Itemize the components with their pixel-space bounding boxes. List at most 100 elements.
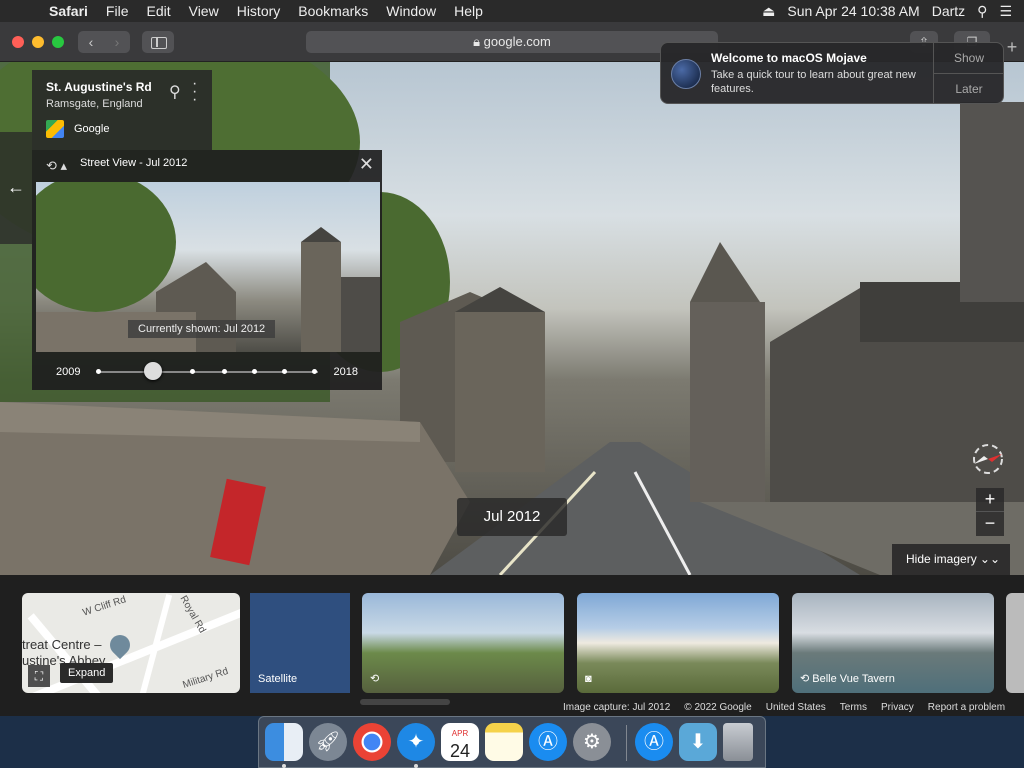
menu-user[interactable]: Dartz — [932, 3, 965, 19]
map-street-label: Military Rd — [181, 665, 230, 692]
menu-file[interactable]: File — [97, 3, 138, 19]
downloads-folder-icon[interactable]: ⬇ — [679, 723, 717, 761]
report-problem-link[interactable]: Report a problem — [921, 702, 1012, 716]
image-capture-date: Image capture: Jul 2012 — [563, 702, 671, 713]
menu-bar: Safari File Edit View History Bookmarks … — [0, 0, 1024, 22]
panorama-360-icon: ⟲ — [370, 673, 380, 685]
hide-imagery-label: Hide imagery — [906, 552, 977, 566]
camera-icon: ◙ — [585, 673, 592, 685]
chrome-icon[interactable] — [353, 723, 391, 761]
copyright-text: © 2022 Google — [684, 702, 752, 713]
tavern-label-text: Belle Vue Tavern — [812, 673, 895, 685]
calendar-day: 24 — [449, 741, 471, 761]
menu-edit[interactable]: Edit — [137, 3, 179, 19]
strip-scrollbar[interactable] — [360, 699, 450, 705]
year-end-label: 2018 — [333, 366, 358, 378]
street-view-thumbnail[interactable]: ⟲ — [362, 593, 564, 693]
notification-later-button[interactable]: Later — [933, 74, 1004, 104]
timeline-tick[interactable] — [96, 369, 101, 374]
panorama-360-icon: ⟲ — [800, 673, 810, 685]
map-thumbnail-card[interactable]: W Cliff Rd Royal Rd treat Centre – ustin… — [22, 593, 240, 693]
timeline-tick[interactable] — [222, 369, 227, 374]
tavern-label: ⟲ Belle Vue Tavern — [800, 672, 895, 685]
menu-bookmarks[interactable]: Bookmarks — [289, 3, 377, 19]
trash-icon[interactable] — [723, 723, 753, 761]
imagery-strip: W Cliff Rd Royal Rd treat Centre – ustin… — [0, 575, 1024, 716]
menu-window[interactable]: Window — [377, 3, 445, 19]
app-store-icon[interactable]: Ⓐ — [529, 723, 567, 761]
provider-name: Google — [74, 123, 110, 135]
place-locality: Ramsgate, England — [46, 98, 143, 110]
menu-help[interactable]: Help — [445, 3, 492, 19]
menu-app-safari[interactable]: Safari — [40, 3, 97, 19]
zoom-in-button[interactable]: + — [976, 488, 1004, 512]
satellite-label: Satellite — [258, 673, 298, 685]
compass-icon[interactable] — [968, 442, 1008, 476]
spotlight-search-icon[interactable]: ⚲ — [977, 3, 987, 20]
calendar-month: APR — [451, 729, 469, 738]
timeline-slider-thumb[interactable] — [144, 362, 162, 380]
finder-icon[interactable] — [265, 723, 303, 761]
timeline-tick[interactable] — [190, 369, 195, 374]
expand-tooltip: Expand — [60, 663, 114, 683]
calendar-icon[interactable]: APR 24 — [441, 723, 479, 761]
airplay-icon[interactable]: ⏏ — [762, 3, 775, 20]
notes-icon[interactable] — [485, 723, 523, 761]
notification-message: Take a quick tour to learn about great n… — [711, 69, 916, 95]
back-to-map-button[interactable]: ← — [0, 132, 32, 244]
forward-button[interactable]: › — [104, 31, 130, 53]
running-indicator — [414, 764, 418, 768]
map-footer: Image capture: Jul 2012 © 2022 Google Un… — [556, 702, 1013, 716]
double-chevron-down-icon: ⌄⌄ — [979, 552, 1000, 566]
privacy-link[interactable]: Privacy — [874, 702, 921, 716]
window-minimize-button[interactable] — [32, 36, 44, 48]
time-machine-panel: ⟲ ▴ Street View - Jul 2012 ✕ Currently s… — [32, 150, 382, 390]
mojave-notification[interactable]: Welcome to macOS Mojave Take a quick tou… — [660, 42, 1004, 104]
next-thumbnail[interactable] — [1006, 593, 1024, 693]
lock-icon: 🔒︎ — [473, 34, 481, 49]
time-machine-header: Street View - Jul 2012 — [80, 157, 188, 169]
history-clock-icon[interactable]: ⟲ ▴ — [46, 158, 67, 174]
currently-shown-label: Currently shown: Jul 2012 — [128, 320, 276, 338]
menu-clock[interactable]: Sun Apr 24 10:38 AM — [787, 3, 919, 19]
notification-title: Welcome to macOS Mojave — [711, 51, 867, 65]
map-pin-icon[interactable]: ⚲ — [169, 82, 181, 102]
terms-link[interactable]: Terms — [833, 702, 874, 716]
menu-view[interactable]: View — [180, 3, 228, 19]
place-info-card: St. Augustine's Rd Ramsgate, England ⚲ ·… — [32, 70, 212, 150]
notification-show-button[interactable]: Show — [933, 43, 1004, 74]
app-store-download-icon[interactable]: Ⓐ — [635, 723, 673, 761]
expand-icon[interactable]: ⛶ — [28, 665, 50, 687]
running-indicator — [282, 764, 286, 768]
timeline-tick[interactable] — [252, 369, 257, 374]
address-bar[interactable]: 🔒︎ google.com — [306, 31, 718, 53]
sidebar-toggle-icon[interactable] — [142, 31, 174, 53]
year-start-label: 2009 — [56, 366, 81, 378]
window-close-button[interactable] — [12, 36, 24, 48]
close-icon[interactable]: ✕ — [359, 154, 374, 175]
photo-thumbnail[interactable]: ◙ — [577, 593, 779, 693]
country-link[interactable]: United States — [759, 702, 833, 716]
back-button[interactable]: ‹ — [78, 31, 104, 53]
launchpad-icon[interactable]: 🚀︎ — [309, 723, 347, 761]
address-bar-url: google.com — [483, 34, 551, 49]
hide-imagery-button[interactable]: Hide imagery ⌄⌄ — [892, 544, 1010, 575]
menu-bar-status: ⏏ Sun Apr 24 10:38 AM Dartz ⚲ ☰ — [762, 3, 1024, 20]
satellite-card[interactable]: Satellite — [250, 593, 350, 693]
place-title[interactable]: St. Augustine's Rd — [46, 80, 152, 94]
more-options-icon[interactable]: · · · — [192, 76, 197, 108]
zoom-out-button[interactable]: − — [976, 512, 1004, 536]
safari-icon[interactable]: ✦ — [397, 723, 435, 761]
map-poi-label: treat Centre – — [22, 637, 102, 652]
dock-separator — [626, 725, 627, 761]
mojave-app-icon — [671, 59, 701, 89]
map-street-label: W Cliff Rd — [81, 594, 128, 619]
timeline-tick[interactable] — [312, 369, 317, 374]
notification-center-icon[interactable]: ☰ — [999, 3, 1012, 20]
system-preferences-icon[interactable]: ⚙ — [573, 723, 611, 761]
window-zoom-button[interactable] — [52, 36, 64, 48]
dock: 🚀︎ ✦ APR 24 Ⓐ ⚙ Ⓐ ⬇ — [258, 716, 766, 768]
tavern-thumbnail[interactable]: ⟲ Belle Vue Tavern — [792, 593, 994, 693]
menu-history[interactable]: History — [228, 3, 290, 19]
timeline-tick[interactable] — [282, 369, 287, 374]
